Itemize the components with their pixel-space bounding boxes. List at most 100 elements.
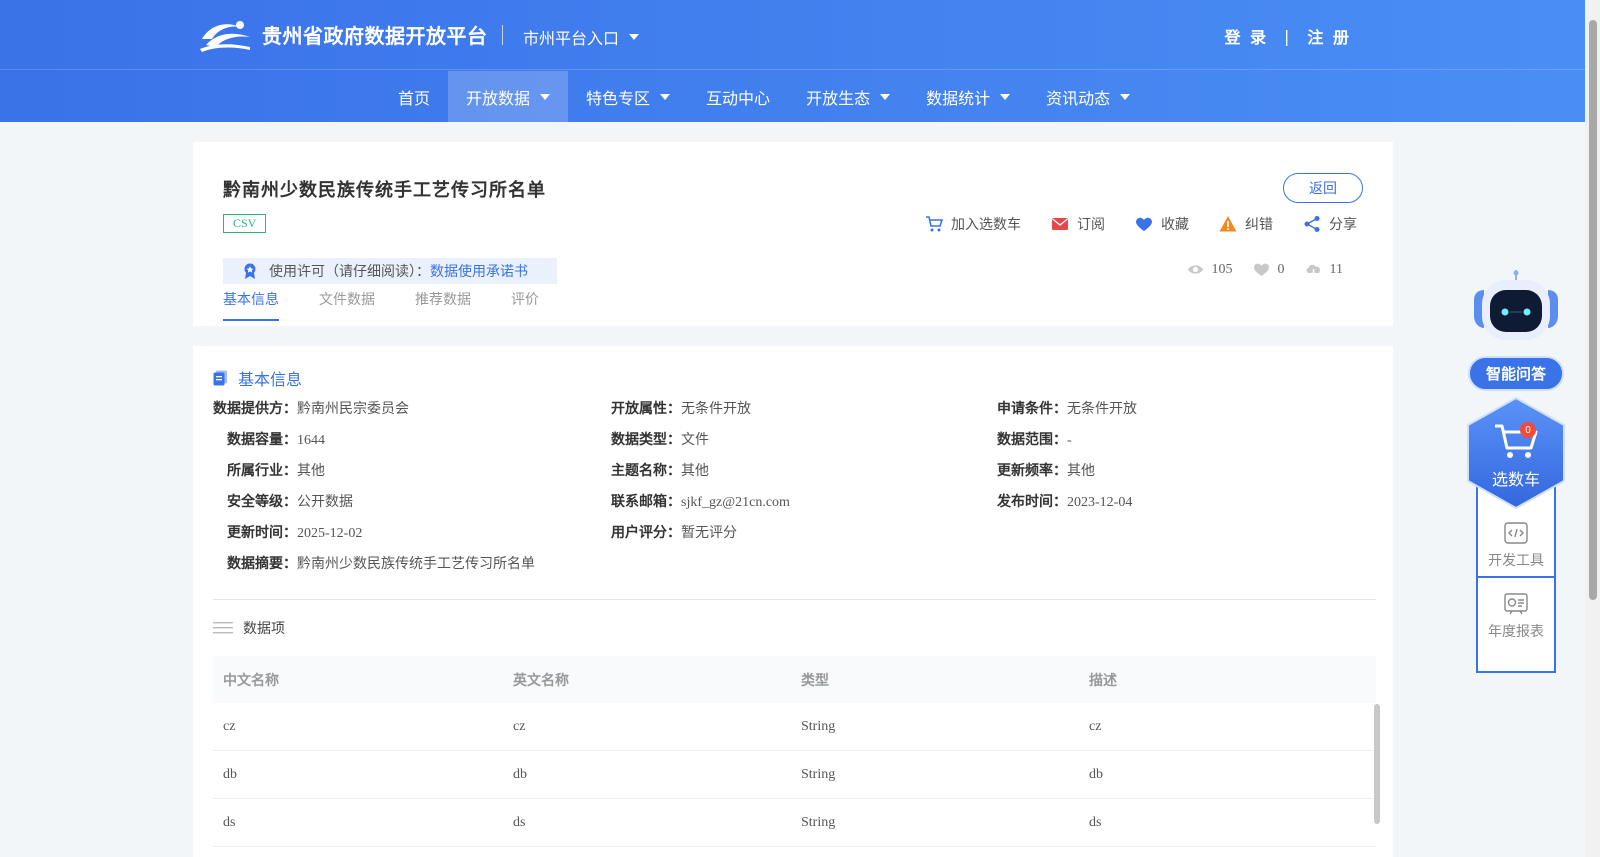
nav-item-2[interactable]: 特色专区: [568, 71, 688, 122]
tab-2[interactable]: 推荐数据: [415, 289, 471, 321]
info-field-value: 2025-12-02: [297, 526, 363, 541]
table-cell: ds: [223, 814, 236, 830]
info-field-value: 文件: [681, 433, 709, 448]
page-scrollbar[interactable]: [1585, 0, 1600, 857]
tab-3[interactable]: 评价: [511, 289, 539, 321]
top-bar: 贵州省政府数据开放平台 市州平台入口 登 录 | 注 册: [0, 0, 1585, 70]
table-cell: db: [513, 766, 527, 782]
main-nav-items: 首页 开放数据 特色专区 互动中心 开放生态 数据统计 资讯动态: [380, 71, 1148, 122]
data-items-title: 数据项: [243, 621, 285, 637]
share-label: 分享: [1329, 217, 1357, 233]
back-button[interactable]: 返回: [1283, 173, 1363, 203]
nav-item-5[interactable]: 数据统计: [908, 71, 1028, 122]
basic-info-grid: 数据提供方：黔南州民宗委员会 开放属性：无条件开放 申请条件：无条件开放 数据容量：1…: [213, 398, 1373, 584]
info-row: 数据容量：1644 数据类型：文件 数据范围：-: [213, 429, 1373, 460]
info-field: 所属行业：其他: [227, 460, 325, 480]
info-field-key: 数据容量：: [227, 432, 297, 448]
info-field-key: 数据范围：: [997, 432, 1067, 448]
share-button[interactable]: 分享: [1303, 214, 1357, 234]
detail-tabs: 基本信息 文件数据 推荐数据 评价: [223, 289, 539, 321]
caret-down-icon: [880, 93, 891, 100]
table-row: ds ds String ds: [213, 799, 1376, 847]
license-label: 使用许可（请仔细阅读）：: [269, 264, 430, 280]
favorite-label: 收藏: [1161, 217, 1189, 233]
table-cell: db: [223, 766, 237, 782]
report-chart-icon: [1504, 593, 1528, 615]
data-cart-hexagon[interactable]: [1465, 396, 1567, 510]
info-field-key: 申请条件：: [997, 401, 1067, 417]
info-field-key: 主题名称：: [611, 463, 681, 479]
list-lines-icon: [213, 622, 233, 634]
info-field: 更新频率：其他: [997, 460, 1095, 480]
report-error-label: 纠错: [1245, 217, 1273, 233]
caret-down-icon: [1120, 93, 1131, 100]
tab-0[interactable]: 基本信息: [223, 289, 279, 321]
city-platform-dropdown[interactable]: 市州平台入口: [523, 25, 640, 49]
annual-report-button[interactable]: 年度报表: [1478, 576, 1554, 656]
info-field: 数据容量：1644: [227, 429, 325, 449]
data-items-section-title: 数据项: [213, 618, 285, 638]
nav-item-1[interactable]: 开放数据: [448, 71, 569, 122]
likes-stat: 0: [1253, 261, 1285, 278]
login-link[interactable]: 登 录: [1224, 24, 1268, 48]
annual-report-label: 年度报表: [1488, 624, 1544, 640]
info-field-value: 2023-12-04: [1067, 495, 1133, 510]
nav-item-0[interactable]: 首页: [380, 71, 448, 122]
nav-item-3[interactable]: 互动中心: [688, 71, 788, 122]
table-scrollbar[interactable]: [1374, 704, 1380, 824]
info-field-value: 其他: [681, 464, 709, 479]
data-cart-label: 选数车: [1491, 470, 1540, 489]
caret-down-icon: [540, 93, 551, 100]
ai-robot-icon[interactable]: [1470, 270, 1562, 342]
info-field-value: 无条件开放: [681, 402, 751, 417]
table-body: cz cz String cz db db String db ds ds String ds: [213, 703, 1376, 847]
report-error-button[interactable]: 纠错: [1219, 214, 1273, 234]
views-count: 105: [1211, 261, 1233, 277]
table-cell: ds: [513, 814, 526, 830]
cart-icon: [926, 216, 943, 232]
info-field: 用户评分：暂无评分: [611, 522, 737, 542]
caret-down-icon: [660, 93, 671, 100]
ai-assistant-button[interactable]: 智能问答: [1468, 356, 1564, 391]
info-field-value: -: [1067, 433, 1072, 448]
column-header: 描述: [1089, 672, 1117, 689]
page-scrollbar-thumb[interactable]: [1589, 20, 1597, 600]
add-to-cart-button[interactable]: 加入选数车: [925, 214, 1021, 234]
platform-logo-icon[interactable]: [200, 17, 252, 53]
table-row: db db String db: [213, 751, 1376, 799]
favorite-button[interactable]: 收藏: [1135, 214, 1189, 234]
share-icon: [1304, 216, 1320, 232]
table-header: 中文名称 英文名称 类型 描述: [213, 656, 1376, 703]
table-cell: cz: [1089, 718, 1102, 734]
table-cell: ds: [1089, 814, 1102, 830]
dataset-stats: 105 0 11: [1187, 261, 1343, 278]
nav-item-4[interactable]: 开放生态: [788, 71, 908, 122]
tab-1[interactable]: 文件数据: [319, 289, 375, 321]
caret-down-icon: [629, 34, 640, 40]
dataset-actions: 加入选数车 订阅 收藏 纠错 分享: [925, 214, 1357, 234]
info-field: 数据范围：-: [997, 429, 1072, 449]
warning-icon: [1219, 216, 1237, 232]
license-agreement-link[interactable]: 数据使用承诺书: [430, 261, 528, 281]
nav-item-6[interactable]: 资讯动态: [1028, 71, 1148, 122]
info-field-key: 安全等级：: [227, 494, 297, 510]
info-field: 联系邮箱：sjkf_gz@21cn.com: [611, 491, 790, 511]
info-field-value: 公开数据: [297, 495, 353, 510]
subscribe-button[interactable]: 订阅: [1051, 214, 1105, 234]
table-cell: String: [801, 814, 836, 830]
info-field-key: 发布时间：: [997, 494, 1067, 510]
info-row: 数据提供方：黔南州民宗委员会 开放属性：无条件开放 申请条件：无条件开放: [213, 398, 1373, 429]
heart-outline-icon: [1253, 263, 1269, 276]
city-entry-label: 市州平台入口: [523, 29, 620, 48]
basic-info-section-title: 基本信息: [213, 366, 302, 390]
nav-item-label: 互动中心: [706, 88, 771, 108]
register-link[interactable]: 注 册: [1307, 24, 1351, 48]
info-field-value: 其他: [297, 464, 325, 479]
subscribe-label: 订阅: [1077, 217, 1105, 233]
info-field: 主题名称：其他: [611, 460, 709, 480]
info-field-value: 暂无评分: [681, 526, 737, 541]
info-row: 数据摘要：黔南州少数民族传统手工艺传习所名单: [213, 553, 1373, 584]
main-nav: 首页 开放数据 特色专区 互动中心 开放生态 数据统计 资讯动态: [0, 71, 1585, 122]
site-title[interactable]: 贵州省政府数据开放平台: [262, 20, 488, 49]
nav-item-label: 特色专区: [586, 88, 651, 108]
